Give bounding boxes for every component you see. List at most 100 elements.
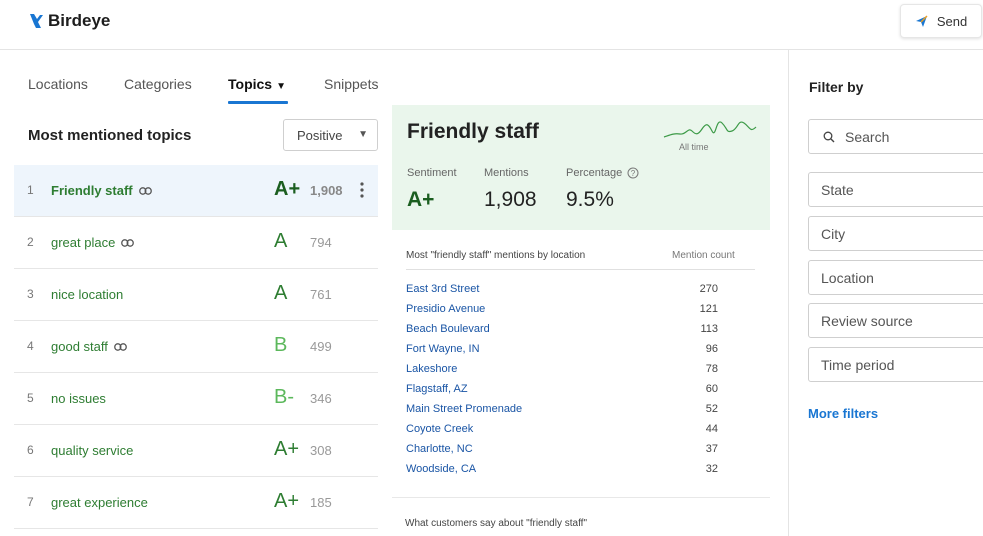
location-filter[interactable]: Location <box>808 260 983 295</box>
topic-grade: A <box>274 230 288 252</box>
location-link[interactable]: Flagstaff, AZ <box>406 383 468 395</box>
time-period-filter[interactable]: Time period <box>808 347 983 382</box>
topic-name[interactable]: quality service <box>51 443 133 458</box>
sentiment-select-value: Positive <box>297 127 343 143</box>
list-item: Woodside, CA 32 <box>406 462 718 482</box>
topic-grade: B <box>274 334 288 356</box>
divider <box>392 497 770 498</box>
location-link[interactable]: Main Street Promenade <box>406 403 522 415</box>
send-label: Send <box>936 13 968 29</box>
chevron-down-icon: ▼ <box>358 129 368 140</box>
topic-rank: 6 <box>27 443 34 457</box>
topic-name-text: no issues <box>51 391 106 406</box>
tab-label: Locations <box>28 76 88 92</box>
location-link[interactable]: Lakeshore <box>406 363 457 375</box>
topic-row[interactable]: 5 no issues B- 346 <box>14 373 378 425</box>
topic-name-text: great experience <box>51 495 148 510</box>
customers-say-heading: What customers say about "friendly staff… <box>405 518 587 529</box>
list-item: Charlotte, NC 37 <box>406 442 718 462</box>
link-icon <box>138 186 152 195</box>
chevron-down-icon: ▼ <box>276 81 286 92</box>
topic-name-text: quality service <box>51 443 134 458</box>
location-count: 121 <box>699 303 718 315</box>
topic-count: 308 <box>310 443 332 458</box>
topic-row[interactable]: 7 great experience A+ 185 <box>14 477 378 529</box>
topic-grade: A+ <box>274 490 300 512</box>
mentions-label: Mentions <box>484 167 529 179</box>
list-item: Main Street Promenade 52 <box>406 402 718 422</box>
brand-name: Birdeye <box>48 11 111 30</box>
topic-rank: 3 <box>27 287 34 301</box>
topic-count: 1,908 <box>310 183 343 198</box>
location-count: 270 <box>699 283 718 295</box>
list-item: Flagstaff, AZ 60 <box>406 382 718 402</box>
help-icon[interactable]: ? <box>627 167 639 179</box>
tab-locations[interactable]: Locations <box>28 76 88 104</box>
location-count: 60 <box>705 383 718 395</box>
divider <box>406 269 755 270</box>
most-mentioned-title: Most mentioned topics <box>28 127 192 144</box>
location-link[interactable]: Woodside, CA <box>406 463 476 475</box>
list-item: Presidio Avenue 121 <box>406 302 718 322</box>
topic-name[interactable]: good staff <box>51 339 127 354</box>
topic-rank: 7 <box>27 495 34 509</box>
sentiment-value: A+ <box>407 188 435 211</box>
location-count: 37 <box>705 443 718 455</box>
percentage-label-text: Percentage <box>566 167 623 179</box>
filter-search-input[interactable]: Search <box>808 119 983 154</box>
topic-row[interactable]: 6 quality service A+ 308 <box>14 425 378 477</box>
sentiment-select[interactable]: Positive ▼ <box>283 119 378 151</box>
send-icon <box>915 15 928 27</box>
topic-name[interactable]: Friendly staff <box>51 183 152 198</box>
tab-topics[interactable]: Topics ▼ <box>228 76 286 104</box>
location-link[interactable]: Presidio Avenue <box>406 303 485 315</box>
location-count: 96 <box>705 343 718 355</box>
topic-name-text: nice location <box>51 287 124 302</box>
more-filters-link[interactable]: More filters <box>808 406 878 421</box>
topic-rank: 1 <box>27 183 34 197</box>
city-filter[interactable]: City <box>808 216 983 251</box>
locations-heading: Most "friendly staff" mentions by locati… <box>406 250 586 261</box>
topic-name[interactable]: great experience <box>51 495 148 510</box>
location-count: 113 <box>700 323 718 335</box>
topic-grade: B- <box>274 386 294 408</box>
topic-row[interactable]: 2 great place A 794 <box>14 217 378 269</box>
more-options-icon[interactable] <box>360 181 364 199</box>
topic-row[interactable]: 1 Friendly staff A+ 1,908 <box>14 165 378 217</box>
location-link[interactable]: Coyote Creek <box>406 423 473 435</box>
state-filter[interactable]: State <box>808 172 983 207</box>
topic-rank: 5 <box>27 391 34 405</box>
topic-list: 1 Friendly staff A+ 1,908 2 great place … <box>14 165 378 529</box>
sentiment-label-text: Sentiment <box>407 167 457 179</box>
location-link[interactable]: Fort Wayne, IN <box>406 343 480 355</box>
tab-snippets[interactable]: Snippets <box>324 76 378 104</box>
filter-label: Time period <box>821 356 895 373</box>
location-count: 52 <box>705 403 718 415</box>
review-source-filter[interactable]: Review source <box>808 303 983 338</box>
topic-grade: A+ <box>274 438 300 460</box>
location-link[interactable]: East 3rd Street <box>406 283 479 295</box>
topic-name[interactable]: great place <box>51 235 135 250</box>
sentiment-label: Sentiment <box>407 167 457 179</box>
location-link[interactable]: Beach Boulevard <box>406 323 490 335</box>
active-tab-indicator <box>228 101 288 104</box>
topic-name-text: good staff <box>51 339 108 354</box>
topic-count: 499 <box>310 339 332 354</box>
tab-categories[interactable]: Categories <box>124 76 192 104</box>
topic-name[interactable]: nice location <box>51 287 123 302</box>
filter-label: State <box>821 181 854 198</box>
birdeye-logo[interactable]: Birdeye <box>28 11 110 31</box>
filter-label: City <box>821 225 846 242</box>
topic-name[interactable]: no issues <box>51 391 106 406</box>
topic-detail-card: Friendly staff All time Sentiment A+ Men… <box>392 105 770 230</box>
topic-count: 761 <box>310 287 332 302</box>
location-count: 32 <box>705 463 718 475</box>
topic-name-text: great place <box>51 235 116 250</box>
topic-rank: 2 <box>27 235 34 249</box>
topic-row[interactable]: 3 nice location A 761 <box>14 269 378 321</box>
topic-row[interactable]: 4 good staff B 499 <box>14 321 378 373</box>
topic-grade: A+ <box>274 178 301 200</box>
send-button[interactable]: Send <box>900 4 982 38</box>
location-link[interactable]: Charlotte, NC <box>406 443 473 455</box>
topic-name-text: Friendly staff <box>51 183 133 198</box>
